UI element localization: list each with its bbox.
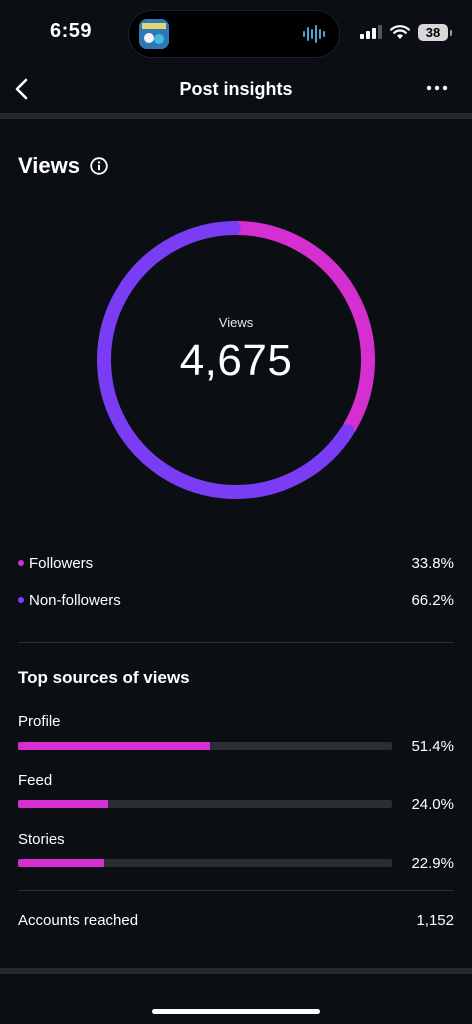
source-percent-stories: 22.9% — [411, 855, 454, 872]
source-bar-fill — [18, 800, 108, 808]
top-sources-title: Top sources of views — [18, 668, 190, 687]
bottom-divider — [0, 968, 472, 974]
legend-row-non-followers: Non-followers 66.2% — [18, 589, 454, 611]
non-followers-dot — [18, 597, 24, 603]
audio-wave-icon — [303, 25, 325, 43]
accounts-reached-label: Accounts reached — [18, 912, 139, 929]
section-divider — [18, 642, 454, 643]
page-title: Post insights — [179, 79, 293, 99]
source-bar-stories — [18, 859, 392, 867]
nav-header: Post insights — [0, 64, 472, 114]
status-icons: 38 — [360, 22, 452, 42]
source-label-feed: Feed — [18, 772, 53, 789]
accounts-reached-value: 1,152 — [416, 912, 454, 929]
section-divider — [18, 890, 454, 891]
views-title-text: Views — [18, 153, 80, 178]
status-time: 6:59 — [50, 20, 93, 42]
source-bar-feed — [18, 800, 392, 808]
home-indicator[interactable] — [152, 1009, 320, 1014]
source-percent-feed: 24.0% — [411, 796, 454, 813]
legend-value: 33.8% — [411, 554, 454, 572]
views-total: 4,675 — [179, 336, 293, 385]
signal-icon — [360, 25, 382, 39]
views-section-title: Views — [18, 153, 108, 179]
legend-row-followers: Followers 33.8% — [18, 552, 454, 574]
header-divider — [0, 113, 472, 119]
legend-label: Followers — [29, 554, 94, 572]
dynamic-island[interactable] — [128, 10, 340, 58]
source-percent-profile: 51.4% — [411, 738, 454, 755]
wifi-icon — [390, 24, 410, 39]
now-playing-app-icon[interactable] — [139, 19, 169, 49]
status-bar: 6:59 38 — [0, 0, 472, 64]
donut-center: Views 4,675 — [96, 220, 376, 500]
source-bar-profile — [18, 742, 392, 750]
source-bar-fill — [18, 742, 211, 750]
source-bar-fill — [18, 859, 104, 867]
legend-value: 66.2% — [411, 591, 454, 609]
followers-dot — [18, 560, 24, 566]
battery-icon: 38 — [418, 23, 452, 41]
info-icon[interactable] — [90, 157, 108, 175]
source-label-stories: Stories — [18, 831, 65, 848]
more-options-icon[interactable] — [424, 78, 450, 98]
legend-label: Non-followers — [29, 591, 121, 609]
source-label-profile: Profile — [18, 713, 61, 730]
donut-center-label: Views — [218, 315, 254, 330]
